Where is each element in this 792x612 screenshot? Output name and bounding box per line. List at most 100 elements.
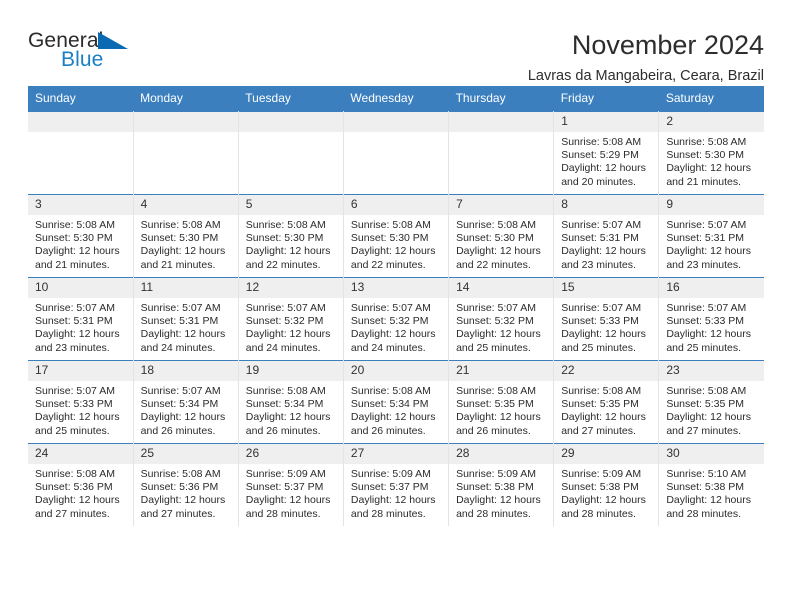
daylight-line-cont: and 21 minutes.	[666, 175, 742, 188]
day-details: Sunrise: 5:07 AM Sunset: 5:31 PM Daylight:…	[134, 298, 238, 355]
sunrise-line: Sunrise: 5:08 AM	[666, 136, 747, 148]
calendar-day-cell[interactable]: 13 Sunrise: 5:07 AM Sunset: 5:32 PM Dayligh…	[342, 277, 450, 361]
day-number: 23	[659, 361, 764, 381]
day-number: 24	[28, 444, 133, 464]
calendar-week-row: 10 Sunrise: 5:07 AM Sunset: 5:31 PM Dayligh…	[28, 277, 764, 361]
daylight-line: Daylight: 12 hours	[666, 494, 751, 507]
sunrise-line: Sunrise: 5:07 AM	[561, 302, 642, 314]
calendar-day-cell[interactable]: 4 Sunrise: 5:08 AM Sunset: 5:30 PM Daylight…	[132, 194, 239, 278]
calendar-day-cell-empty	[132, 111, 239, 195]
calendar-day-cell[interactable]: 24 Sunrise: 5:08 AM Sunset: 5:36 PM Dayligh…	[28, 443, 134, 526]
day-details: Sunrise: 5:08 AM Sunset: 5:35 PM Daylight:…	[554, 381, 658, 438]
sunrise-line: Sunrise: 5:07 AM	[456, 302, 537, 314]
day-number: 1	[554, 112, 659, 132]
sunset-line: Sunset: 5:34 PM	[350, 398, 429, 411]
calendar-day-cell[interactable]: 21 Sunrise: 5:08 AM Sunset: 5:35 PM Dayligh…	[448, 360, 555, 444]
page-header: General Blue November 2024 Lavras da Man…	[28, 0, 764, 84]
calendar-day-cell-empty	[448, 111, 555, 195]
sunrise-line: Sunrise: 5:07 AM	[35, 385, 115, 397]
calendar-day-cell[interactable]: 8 Sunrise: 5:07 AM Sunset: 5:31 PM Daylight…	[553, 194, 660, 278]
sunset-line: Sunset: 5:33 PM	[666, 315, 744, 328]
calendar-day-cell[interactable]: 25 Sunrise: 5:08 AM Sunset: 5:36 PM Dayligh…	[132, 443, 239, 526]
daylight-line-cont: and 28 minutes.	[561, 507, 636, 520]
calendar-day-cell[interactable]: 28 Sunrise: 5:09 AM Sunset: 5:38 PM Dayligh…	[448, 443, 555, 526]
calendar-day-cell[interactable]: 19 Sunrise: 5:08 AM Sunset: 5:34 PM Dayligh…	[237, 360, 344, 444]
sunset-line: Sunset: 5:33 PM	[561, 315, 639, 328]
day-details: Sunrise: 5:07 AM Sunset: 5:34 PM Daylight:…	[134, 381, 238, 438]
calendar-day-cell[interactable]: 9 Sunrise: 5:07 AM Sunset: 5:31 PM Daylight…	[658, 194, 764, 278]
day-details: Sunrise: 5:08 AM Sunset: 5:35 PM Daylight:…	[449, 381, 553, 438]
daylight-line: Daylight: 12 hours	[456, 328, 541, 341]
calendar-day-cell[interactable]: 16 Sunrise: 5:07 AM Sunset: 5:33 PM Dayligh…	[658, 277, 764, 361]
daylight-line: Daylight: 12 hours	[666, 411, 751, 424]
calendar-day-cell[interactable]: 20 Sunrise: 5:08 AM Sunset: 5:34 PM Dayligh…	[342, 360, 450, 444]
sunrise-line: Sunrise: 5:08 AM	[666, 385, 747, 397]
daylight-line: Daylight: 12 hours	[35, 245, 120, 258]
daylight-line: Daylight: 12 hours	[140, 411, 226, 424]
day-details: Sunrise: 5:10 AM Sunset: 5:38 PM Daylight:…	[659, 464, 764, 521]
daylight-line-cont: and 25 minutes.	[35, 424, 110, 437]
sunset-line: Sunset: 5:35 PM	[666, 398, 744, 411]
weekday-header-wednesday: Wednesday	[343, 86, 449, 112]
daylight-line-cont: and 28 minutes.	[666, 507, 742, 520]
daylight-line: Daylight: 12 hours	[350, 245, 436, 258]
weekday-header-thursday: Thursday	[448, 86, 554, 112]
calendar-day-cell[interactable]: 30 Sunrise: 5:10 AM Sunset: 5:38 PM Dayligh…	[658, 443, 764, 526]
sunset-line: Sunset: 5:32 PM	[350, 315, 429, 328]
daylight-line: Daylight: 12 hours	[561, 328, 646, 341]
calendar-day-cell[interactable]: 6 Sunrise: 5:08 AM Sunset: 5:30 PM Daylight…	[342, 194, 450, 278]
sunset-line: Sunset: 5:35 PM	[561, 398, 639, 411]
sunset-line: Sunset: 5:32 PM	[456, 315, 534, 328]
day-number: 18	[133, 361, 238, 381]
calendar-day-cell[interactable]: 23 Sunrise: 5:08 AM Sunset: 5:35 PM Dayligh…	[658, 360, 764, 444]
logo-text-blue: Blue	[61, 48, 104, 71]
sunset-line: Sunset: 5:31 PM	[140, 315, 219, 328]
weekday-header-tuesday: Tuesday	[238, 86, 344, 112]
calendar-day-cell[interactable]: 3 Sunrise: 5:08 AM Sunset: 5:30 PM Daylight…	[28, 194, 134, 278]
day-number: 4	[133, 195, 238, 215]
day-number: 3	[28, 195, 133, 215]
calendar-day-cell[interactable]: 17 Sunrise: 5:07 AM Sunset: 5:33 PM Dayligh…	[28, 360, 134, 444]
calendar-day-cell[interactable]: 18 Sunrise: 5:07 AM Sunset: 5:34 PM Dayligh…	[132, 360, 239, 444]
day-details: Sunrise: 5:07 AM Sunset: 5:33 PM Daylight:…	[659, 298, 764, 355]
calendar-day-cell[interactable]: 27 Sunrise: 5:09 AM Sunset: 5:37 PM Dayligh…	[342, 443, 450, 526]
sunset-line: Sunset: 5:30 PM	[140, 232, 219, 245]
day-details: Sunrise: 5:08 AM Sunset: 5:30 PM Daylight:…	[449, 215, 553, 272]
calendar-day-cell[interactable]: 14 Sunrise: 5:07 AM Sunset: 5:32 PM Dayligh…	[448, 277, 555, 361]
sunrise-line: Sunrise: 5:08 AM	[561, 385, 642, 397]
weekday-header-saturday: Saturday	[658, 86, 764, 112]
daylight-line: Daylight: 12 hours	[456, 245, 541, 258]
sunset-line: Sunset: 5:35 PM	[456, 398, 534, 411]
general-blue-logo[interactable]: General Blue	[28, 30, 168, 76]
daylight-line-cont: and 24 minutes.	[245, 341, 321, 354]
daylight-line-cont: and 28 minutes.	[245, 507, 321, 520]
daylight-line-cont: and 23 minutes.	[666, 258, 742, 271]
daylight-line: Daylight: 12 hours	[245, 411, 331, 424]
daylight-line-cont: and 22 minutes.	[456, 258, 531, 271]
calendar-day-cell[interactable]: 11 Sunrise: 5:07 AM Sunset: 5:31 PM Dayligh…	[132, 277, 239, 361]
day-details: Sunrise: 5:08 AM Sunset: 5:29 PM Daylight:…	[554, 132, 658, 189]
calendar-day-cell[interactable]: 2 Sunrise: 5:08 AM Sunset: 5:30 PM Daylight…	[658, 111, 764, 195]
calendar-day-cell[interactable]: 22 Sunrise: 5:08 AM Sunset: 5:35 PM Dayligh…	[553, 360, 660, 444]
day-number	[28, 112, 133, 132]
sunset-line: Sunset: 5:34 PM	[140, 398, 219, 411]
calendar-day-cell[interactable]: 12 Sunrise: 5:07 AM Sunset: 5:32 PM Dayligh…	[237, 277, 344, 361]
weekday-header-row: Sunday Monday Tuesday Wednesday Thursday…	[28, 86, 764, 112]
day-number	[238, 112, 343, 132]
daylight-line-cont: and 23 minutes.	[561, 258, 636, 271]
calendar-day-cell[interactable]: 7 Sunrise: 5:08 AM Sunset: 5:30 PM Daylight…	[448, 194, 555, 278]
sunrise-line: Sunrise: 5:08 AM	[561, 136, 642, 148]
calendar-day-cell[interactable]: 5 Sunrise: 5:08 AM Sunset: 5:30 PM Daylight…	[237, 194, 344, 278]
calendar-day-cell[interactable]: 29 Sunrise: 5:09 AM Sunset: 5:38 PM Dayligh…	[553, 443, 660, 526]
calendar-day-cell[interactable]: 10 Sunrise: 5:07 AM Sunset: 5:31 PM Dayligh…	[28, 277, 134, 361]
day-number: 22	[554, 361, 659, 381]
daylight-line-cont: and 27 minutes.	[140, 507, 216, 520]
calendar-day-cell[interactable]: 1 Sunrise: 5:08 AM Sunset: 5:29 PM Daylight…	[553, 111, 660, 195]
calendar-day-cell[interactable]: 15 Sunrise: 5:07 AM Sunset: 5:33 PM Dayligh…	[553, 277, 660, 361]
day-details: Sunrise: 5:07 AM Sunset: 5:33 PM Daylight:…	[28, 381, 133, 438]
day-number: 6	[343, 195, 449, 215]
calendar-day-cell[interactable]: 26 Sunrise: 5:09 AM Sunset: 5:37 PM Dayligh…	[237, 443, 344, 526]
daylight-line: Daylight: 12 hours	[561, 245, 646, 258]
daylight-line-cont: and 26 minutes.	[456, 424, 531, 437]
day-details: Sunrise: 5:08 AM Sunset: 5:36 PM Daylight:…	[134, 464, 238, 521]
